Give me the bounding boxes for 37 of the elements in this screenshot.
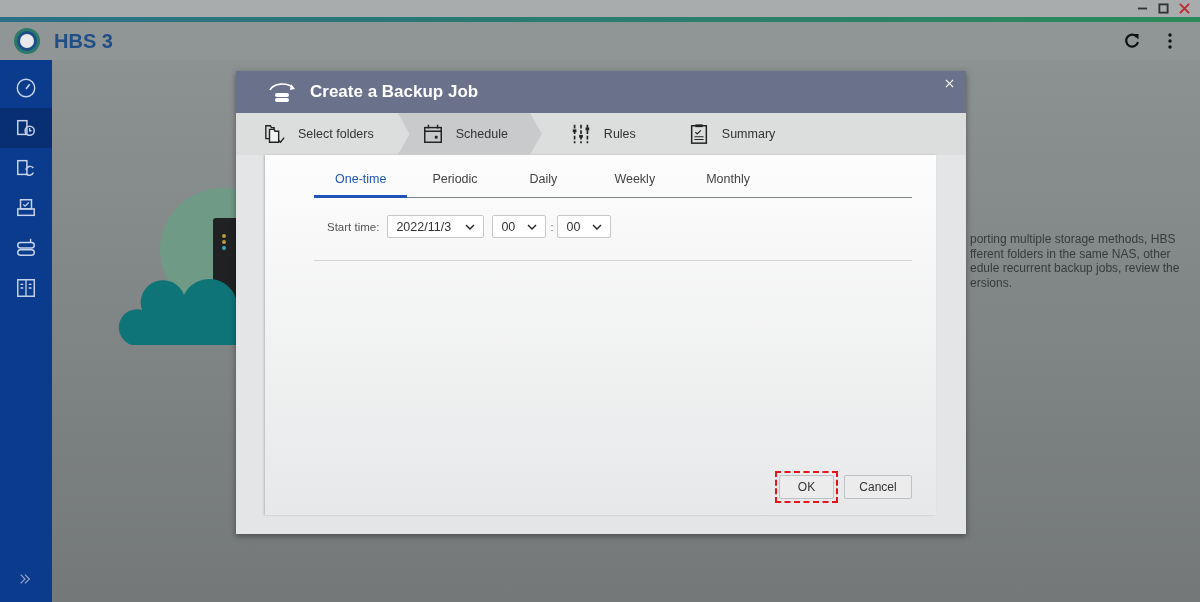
- backup-job-icon: [266, 80, 298, 104]
- storage-icon: [15, 237, 37, 259]
- tray-icon: [15, 197, 37, 219]
- schedule-tab[interactable]: Monthly: [685, 172, 771, 198]
- cabinet-icon: [15, 277, 37, 299]
- sync-icon: [15, 157, 37, 179]
- dialog-title: Create a Backup Job: [310, 82, 479, 102]
- schedule-tab[interactable]: One-time: [314, 172, 408, 198]
- schedule-tab[interactable]: Periodic: [407, 172, 503, 198]
- ok-button[interactable]: OK: [779, 475, 834, 499]
- chevron-down-icon: [592, 223, 603, 230]
- close-icon[interactable]: [1179, 3, 1190, 14]
- refresh-icon[interactable]: [1122, 31, 1142, 51]
- schedule-tab[interactable]: Weekly: [584, 172, 686, 198]
- chevron-down-icon: [527, 223, 538, 230]
- chevron-down-icon: [465, 223, 476, 230]
- start-time-label: Start time:: [327, 220, 380, 233]
- gauge-icon: [15, 77, 37, 99]
- wizard-step[interactable]: Schedule: [397, 113, 542, 155]
- backup-icon: [15, 117, 37, 139]
- time-separator: :: [550, 220, 554, 233]
- folders-icon: [264, 123, 286, 145]
- calendar-icon: [421, 123, 444, 145]
- date-dropdown[interactable]: 2022/11/3: [387, 215, 485, 238]
- app-logo-icon: [12, 26, 42, 56]
- expand-icon[interactable]: [18, 572, 32, 586]
- cancel-button[interactable]: Cancel: [844, 475, 912, 499]
- wizard-step[interactable]: Select folders: [236, 113, 398, 155]
- schedule-tab[interactable]: Daily: [502, 172, 585, 198]
- wizard-step[interactable]: Rules: [541, 113, 660, 155]
- minute-dropdown[interactable]: 00: [557, 215, 612, 238]
- wizard-step[interactable]: Summary: [659, 113, 800, 155]
- hour-dropdown[interactable]: 00: [492, 215, 547, 238]
- description-text: porting multiple storage methods, HBS fferent folders in the same NAS, other edule recurrent backup jobs, review the ersions.: [970, 232, 1180, 290]
- sidebar-item[interactable]: [0, 108, 52, 148]
- maximize-icon[interactable]: [1158, 3, 1169, 14]
- app-title: HBS 3: [54, 29, 113, 53]
